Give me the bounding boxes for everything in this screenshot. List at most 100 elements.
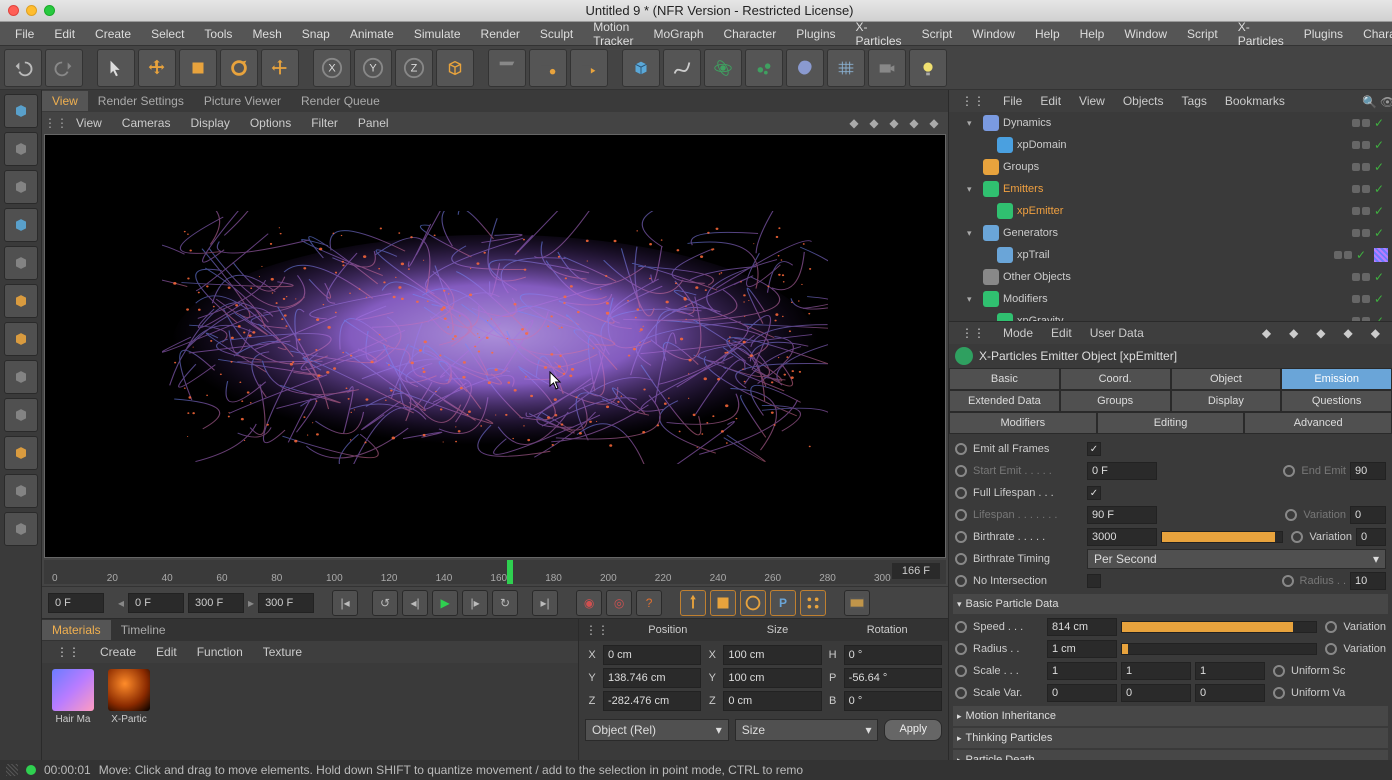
edge-mode-button[interactable] <box>4 208 38 242</box>
attr-speed-field[interactable] <box>1047 618 1117 636</box>
grid-button[interactable] <box>827 49 865 87</box>
coord-size-x-field[interactable] <box>723 645 821 665</box>
tab-timeline[interactable]: Timeline <box>111 620 176 640</box>
attr-full-lifespan-checkbox[interactable]: ✓ <box>1087 486 1101 500</box>
menu-file[interactable]: File <box>6 24 43 44</box>
coord-pos-z-field[interactable] <box>603 691 701 711</box>
viewport-rotate-icon[interactable]: ◆ <box>886 115 902 131</box>
attr-ni-radius-field[interactable] <box>1350 572 1386 590</box>
am-tab-extended-data[interactable]: Extended Data <box>949 390 1060 412</box>
viewport-grip-icon[interactable]: ⋮⋮ <box>48 115 64 131</box>
blob-button[interactable] <box>786 49 824 87</box>
axis-z-button[interactable]: Z <box>395 49 433 87</box>
attr-scalevar-z-field[interactable] <box>1195 684 1265 702</box>
coord-mode-dropdown[interactable]: Object (Rel)▾ <box>585 719 729 741</box>
menu-help[interactable]: Help <box>1026 24 1069 44</box>
om-row-xpemitter[interactable]: xpEmitter ✓ <box>949 200 1392 222</box>
am-tab-questions[interactable]: Questions <box>1281 390 1392 412</box>
viewport-menu-display[interactable]: Display <box>182 114 237 132</box>
om-menu-file[interactable]: File <box>995 92 1030 110</box>
om-menu-tags[interactable]: Tags <box>1174 92 1215 110</box>
enable-checkmark-icon[interactable]: ✓ <box>1356 248 1366 262</box>
range-start-field[interactable] <box>48 593 104 613</box>
am-menu-edit[interactable]: Edit <box>1043 324 1080 342</box>
am-menu-user-data[interactable]: User Data <box>1082 324 1152 342</box>
menu-plugins[interactable]: Plugins <box>787 24 844 44</box>
visibility-dots[interactable] <box>1352 229 1370 237</box>
rotate-button[interactable] <box>220 49 258 87</box>
snap-settings-button[interactable] <box>4 474 38 508</box>
am-tab-modifiers[interactable]: Modifiers <box>949 412 1097 434</box>
om-row-xpgravity[interactable]: xpGravity ✓ <box>949 310 1392 322</box>
om-menu-edit[interactable]: Edit <box>1032 92 1069 110</box>
am-tab-emission[interactable]: Emission <box>1281 368 1392 390</box>
select-arrow-button[interactable] <box>97 49 135 87</box>
enable-checkmark-icon[interactable]: ✓ <box>1374 116 1384 130</box>
coord-apply-button[interactable]: Apply <box>884 719 942 741</box>
expand-icon[interactable]: ▾ <box>967 184 979 195</box>
scale-key-button[interactable] <box>710 590 736 616</box>
clapper-play-button[interactable] <box>570 49 608 87</box>
attr-birthrate-var-field[interactable] <box>1356 528 1386 546</box>
visibility-dots[interactable] <box>1352 207 1370 215</box>
playhead[interactable] <box>507 560 513 584</box>
viewport-menu-cameras[interactable]: Cameras <box>114 114 179 132</box>
om-row-dynamics[interactable]: ▾ Dynamics ✓ <box>949 112 1392 134</box>
viewport-move-icon[interactable]: ◆ <box>846 115 862 131</box>
animation-mode-button[interactable] <box>844 590 870 616</box>
viewport-maximize-icon[interactable]: ◆ <box>926 115 942 131</box>
enable-checkmark-icon[interactable]: ✓ <box>1374 226 1384 240</box>
model-mode-button[interactable] <box>4 132 38 166</box>
am-home-icon[interactable]: ◆ <box>1336 324 1361 342</box>
workplane-button[interactable] <box>4 322 38 356</box>
materials-menu-function[interactable]: Function <box>189 643 251 661</box>
menu-x-particles[interactable]: X-Particles <box>847 17 911 51</box>
menu-script[interactable]: Script <box>1178 24 1227 44</box>
viewport-menu-filter[interactable]: Filter <box>303 114 346 132</box>
enable-checkmark-icon[interactable]: ✓ <box>1374 182 1384 196</box>
viewport-zoom-icon[interactable]: ◆ <box>866 115 882 131</box>
range-inner-end-field[interactable] <box>188 593 244 613</box>
attr-lifespan-var-field[interactable] <box>1350 506 1386 524</box>
attr-birthrate-field[interactable] <box>1087 528 1157 546</box>
am-up-icon[interactable]: ◆ <box>1308 324 1333 342</box>
step-fwd-button[interactable]: |▸ <box>462 590 488 616</box>
coord-pos-x-field[interactable] <box>603 645 701 665</box>
light-button[interactable] <box>909 49 947 87</box>
attr-lifespan-field[interactable] <box>1087 506 1157 524</box>
coord-size-z-field[interactable] <box>723 691 821 711</box>
scale-uniform-button[interactable] <box>179 49 217 87</box>
param-key-button[interactable]: P <box>770 590 796 616</box>
axis-y-button[interactable]: Y <box>354 49 392 87</box>
om-search-icon[interactable]: 🔍 <box>1354 93 1370 109</box>
attr-speed-slider[interactable] <box>1121 621 1317 633</box>
am-back-icon[interactable]: ◆ <box>1254 324 1279 342</box>
enable-checkmark-icon[interactable]: ✓ <box>1374 292 1384 306</box>
clapper-gear-button[interactable] <box>529 49 567 87</box>
menu-create[interactable]: Create <box>86 24 140 44</box>
attr-scalevar-y-field[interactable] <box>1121 684 1191 702</box>
enable-checkmark-icon[interactable]: ✓ <box>1374 204 1384 218</box>
enable-checkmark-icon[interactable]: ✓ <box>1374 138 1384 152</box>
enable-checkmark-icon[interactable]: ✓ <box>1374 160 1384 174</box>
material-tag-icon[interactable] <box>1374 248 1388 262</box>
point-mode-button[interactable] <box>4 170 38 204</box>
record-keyframe-button[interactable]: ◉ <box>576 590 602 616</box>
om-grip-icon[interactable]: ⋮⋮ <box>953 92 993 110</box>
statusbar-grip-icon[interactable] <box>6 764 18 776</box>
om-menu-view[interactable]: View <box>1071 92 1113 110</box>
section-motion-inheritance[interactable]: Motion Inheritance <box>953 706 1388 726</box>
menu-character[interactable]: Character <box>715 24 786 44</box>
snap-toggle-button[interactable] <box>4 360 38 394</box>
magnet-button[interactable] <box>4 512 38 546</box>
am-tab-groups[interactable]: Groups <box>1060 390 1171 412</box>
pla-key-button[interactable] <box>800 590 826 616</box>
materials-menu-texture[interactable]: Texture <box>255 643 310 661</box>
expand-icon[interactable]: ▾ <box>967 294 979 305</box>
coord-rot-p-field[interactable] <box>844 668 942 688</box>
visibility-dots[interactable] <box>1352 119 1370 127</box>
materials-menu-create[interactable]: Create <box>92 643 144 661</box>
undo-button[interactable] <box>4 49 42 87</box>
am-lock-icon[interactable]: ◆ <box>1363 324 1388 342</box>
step-back-keyframe-button[interactable]: ↺ <box>372 590 398 616</box>
